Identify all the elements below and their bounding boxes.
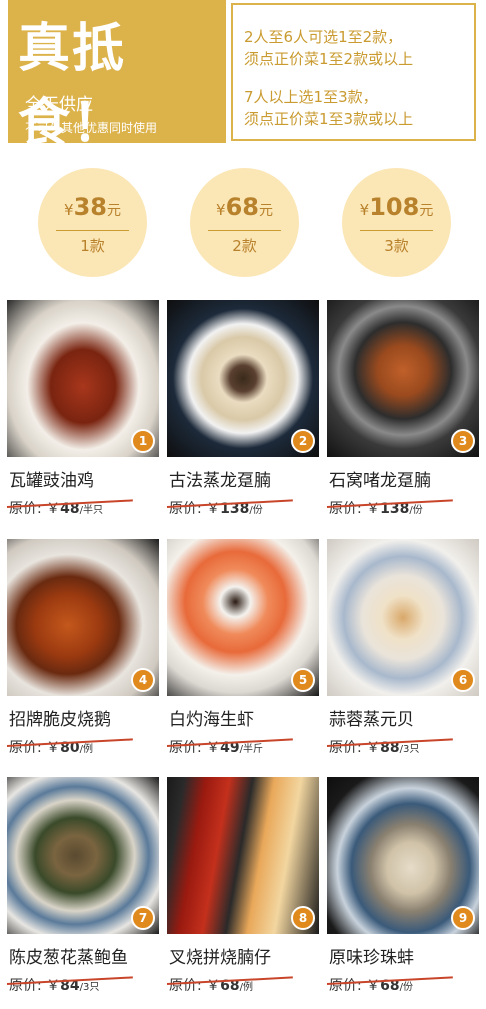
price-unit: /半只: [79, 505, 104, 516]
dish-photo: 4: [7, 539, 159, 696]
price-unit: /份: [409, 505, 423, 516]
dish-number-badge: 7: [131, 906, 155, 930]
dish-number-badge: 5: [291, 668, 315, 692]
price-unit: /3只: [399, 744, 420, 755]
dish-photo: 9: [327, 777, 479, 934]
tier-price: 108: [369, 193, 420, 221]
tier-divider: [56, 230, 129, 231]
price-tier-2: ¥68元 2款: [190, 168, 299, 277]
tier-divider: [360, 230, 433, 231]
price-unit: /半斤: [239, 744, 264, 755]
dish-name: 瓦罐豉油鸡: [9, 471, 94, 491]
dish-name: 原味珍珠蚌: [329, 948, 414, 968]
dish-original-price: 原价: ￥80/例: [9, 737, 93, 757]
dish-number-badge: 1: [131, 429, 155, 453]
tier-yen: ¥: [64, 201, 74, 219]
tier-divider: [208, 230, 281, 231]
dish-photo: 5: [167, 539, 319, 696]
tier-count: 1款: [80, 237, 105, 255]
dish-number-badge: 6: [451, 668, 475, 692]
promo-note: 不可与其他优惠同时使用: [25, 121, 158, 135]
tier-price: 68: [225, 193, 259, 221]
tier-unit: 元: [106, 203, 121, 219]
promo-banner: 真抵食！ 全天供应 不可与其他优惠同时使用 2人至6人可选1至2款， 须点正价菜…: [0, 0, 486, 154]
dish-photo: 8: [167, 777, 319, 934]
dish-name: 白灼海生虾: [169, 710, 254, 730]
price-unit: /份: [249, 505, 263, 516]
tier-price: 38: [73, 193, 107, 221]
dish-photo: 2: [167, 300, 319, 457]
price-unit: /份: [399, 982, 414, 993]
dish-photo: 3: [327, 300, 479, 457]
promo-title-panel: 真抵食！ 全天供应 不可与其他优惠同时使用: [8, 0, 226, 154]
tier-yen: ¥: [359, 201, 370, 219]
rule-line: 须点正价菜1至2款或以上: [244, 50, 414, 68]
rule-line: 2人至6人可选1至2款，: [244, 28, 403, 46]
dish-photo: 1: [7, 300, 159, 457]
dish-name: 石窝啫龙趸腩: [329, 471, 431, 491]
price-tier-1: ¥38元 1款: [38, 168, 147, 277]
promo-rules-panel: 2人至6人可选1至2款， 须点正价菜1至2款或以上 7人以上选1至3款， 须点正…: [231, 3, 476, 141]
rule-line: 须点正价菜1至3款或以上: [244, 110, 414, 128]
dish-number-badge: 9: [451, 906, 475, 930]
dish-name: 陈皮葱花蒸鲍鱼: [9, 948, 128, 968]
dish-photo: 7: [7, 777, 159, 934]
dish-name: 叉烧拼烧腩仔: [169, 948, 271, 968]
dish-original-price: 原价: ￥68/份: [329, 975, 413, 995]
dish-number-badge: 2: [291, 429, 315, 453]
tier-count: 2款: [232, 237, 257, 255]
tier-unit: 元: [258, 203, 273, 219]
dish-number-badge: 4: [131, 668, 155, 692]
dish-name: 蒜蓉蒸元贝: [329, 710, 414, 730]
tier-yen: ¥: [216, 201, 226, 219]
dish-photo: 6: [327, 539, 479, 696]
tier-unit: 元: [419, 203, 434, 219]
dish-number-badge: 8: [291, 906, 315, 930]
dish-number-badge: 3: [451, 429, 475, 453]
price-tier-3: ¥108元 3款: [342, 168, 451, 277]
tier-count: 3款: [384, 237, 409, 255]
dish-original-price: 原价: ￥68/例: [169, 975, 253, 995]
price-unit: /例: [79, 744, 94, 755]
rule-line: 7人以上选1至3款，: [244, 88, 378, 106]
price-unit: /3只: [79, 982, 100, 993]
promo-subtitle: 全天供应: [25, 95, 93, 115]
dish-name: 招牌脆皮烧鹅: [9, 710, 111, 730]
dish-name: 古法蒸龙趸腩: [169, 471, 271, 491]
price-unit: /例: [239, 982, 254, 993]
